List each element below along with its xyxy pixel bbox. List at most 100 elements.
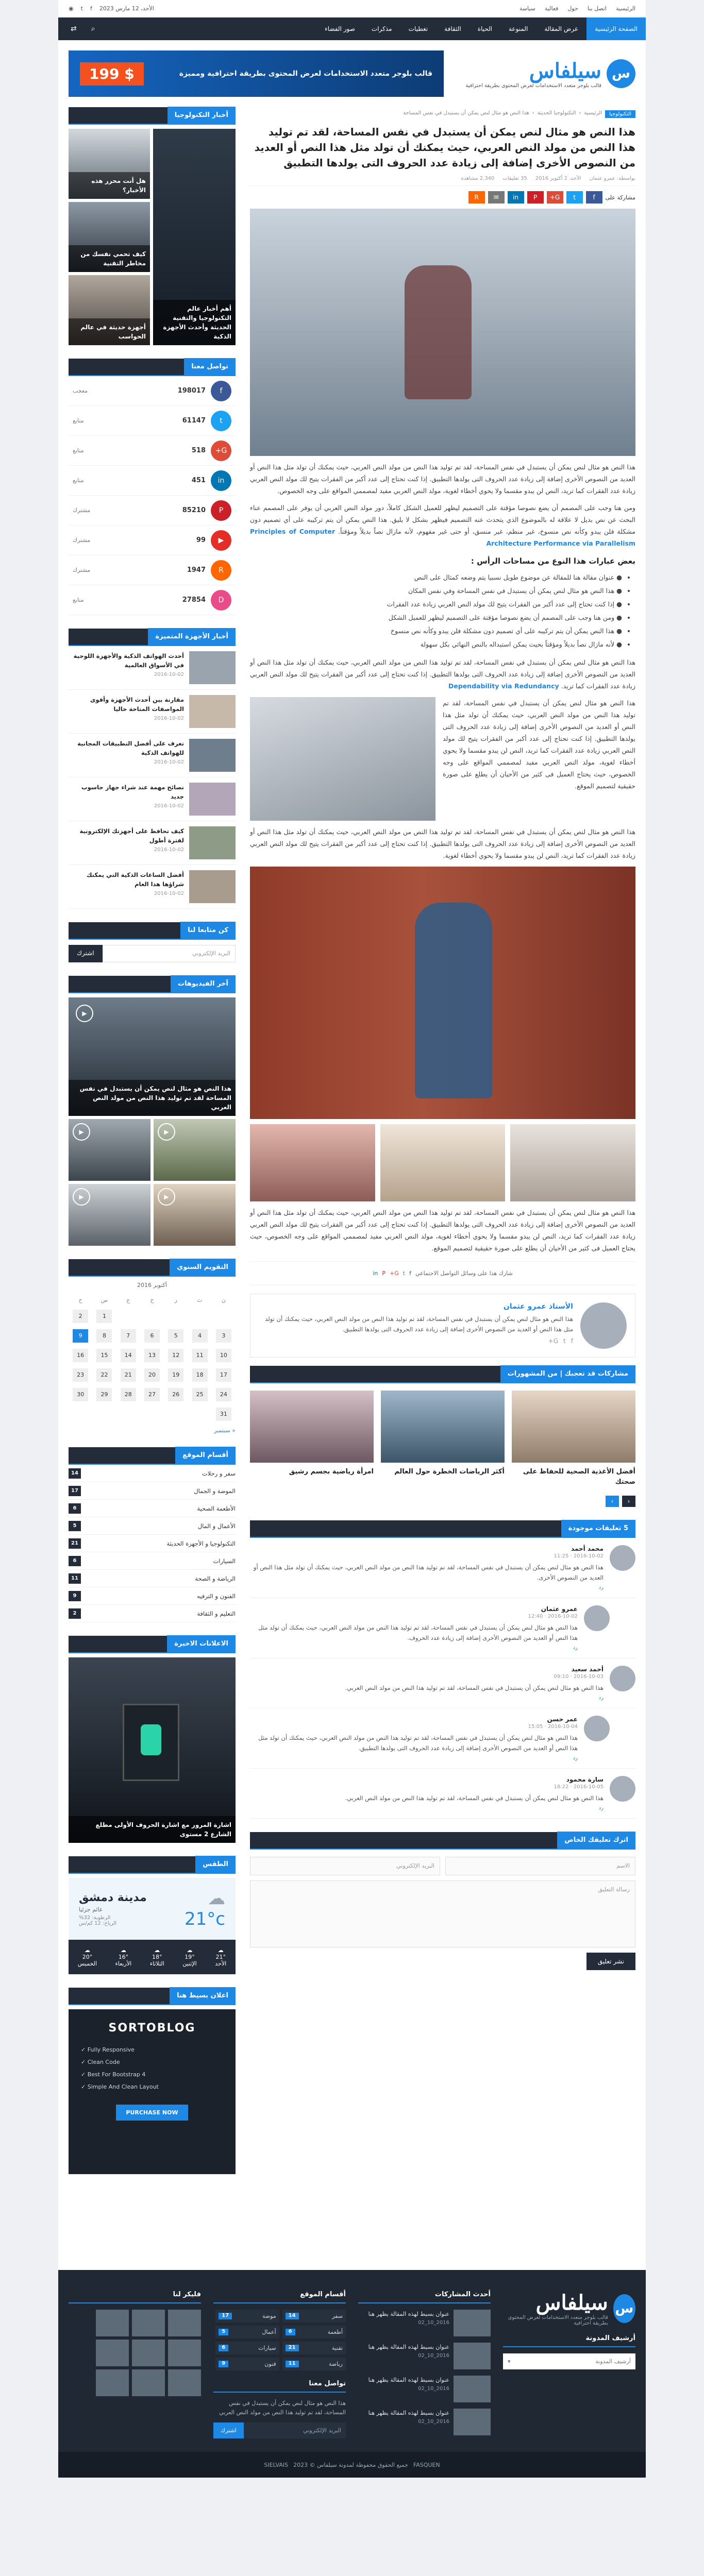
related-title[interactable]: امرأة رياضية بجسم رشيق bbox=[250, 1463, 374, 1481]
social-row[interactable]: t 61147 متابع bbox=[69, 406, 236, 436]
video-thumb-3[interactable]: ▶ bbox=[154, 1184, 236, 1246]
popular-title[interactable]: كيف تحافظ على أجهزتك الإلكترونية لفترة أ… bbox=[69, 826, 184, 845]
footer-gallery-image[interactable] bbox=[96, 2369, 129, 2396]
footer-recent-item[interactable]: عنوان بسيط لهذه المقالة يظهر هنا 2016_10_… bbox=[358, 2343, 491, 2369]
youtube-icon[interactable]: ▶ bbox=[211, 530, 231, 551]
popular-title[interactable]: نصائح مهمة عند شراء جهاز حاسوب جديد bbox=[69, 783, 184, 801]
related-image[interactable] bbox=[381, 1391, 505, 1463]
footer-gallery-image[interactable] bbox=[132, 2340, 165, 2366]
footer-gallery-image[interactable] bbox=[132, 2369, 165, 2396]
footer-email-input[interactable]: البريد الإلكتروني bbox=[243, 2422, 346, 2438]
gallery-image-2[interactable] bbox=[380, 1124, 506, 1201]
calendar-date[interactable]: 20 bbox=[144, 1368, 160, 1382]
footer-cat-item[interactable]: أطعمة 6 bbox=[282, 2326, 346, 2338]
related-title[interactable]: أكثر الرياضات الخطرة حول العالم bbox=[381, 1463, 505, 1481]
calendar-date[interactable]: 6 bbox=[144, 1329, 160, 1343]
category-item[interactable]: الأطعمة الصحية 6 bbox=[69, 1500, 236, 1517]
bottom-google-icon[interactable]: G+ bbox=[390, 1270, 399, 1277]
footer-recent-title[interactable]: عنوان بسيط لهذه المقالة يظهر هنا bbox=[368, 2310, 449, 2318]
top-link[interactable]: فعالية bbox=[545, 5, 559, 12]
nav-item[interactable]: الثقافة bbox=[436, 18, 470, 40]
footer-subscribe-button[interactable]: اشترك bbox=[213, 2422, 244, 2438]
footer-cat-name[interactable]: فنون bbox=[264, 2361, 276, 2367]
related-card[interactable]: أكثر الرياضات الخطرة حول العالم bbox=[381, 1391, 505, 1492]
category-name[interactable]: الأعمال و المال bbox=[198, 1522, 236, 1530]
related-image[interactable] bbox=[512, 1391, 635, 1463]
share-linkedin-icon[interactable]: in bbox=[507, 191, 524, 204]
popular-thumb[interactable] bbox=[189, 870, 236, 903]
footer-gallery-image[interactable] bbox=[168, 2310, 201, 2336]
facebook-icon[interactable]: f bbox=[211, 380, 231, 401]
gallery-image-3[interactable] bbox=[249, 1124, 375, 1201]
footer-cat-item[interactable]: موضة 17 bbox=[215, 2310, 279, 2323]
calendar-date[interactable]: 17 bbox=[215, 1368, 231, 1382]
category-item[interactable]: التعليم و الثقافة 2 bbox=[69, 1605, 236, 1622]
calendar-date[interactable]: 5 bbox=[168, 1329, 184, 1343]
popular-item[interactable]: تعرف على أفضل التطبيقات المجانية للهواتف… bbox=[69, 734, 236, 777]
footer-recent-item[interactable]: عنوان بسيط لهذه المقالة يظهر هنا 2016_10_… bbox=[358, 2409, 491, 2435]
popular-title[interactable]: أفضل الساعات الذكية التي يمكنك شراؤها هذ… bbox=[69, 870, 184, 889]
ad2-purchase-button[interactable]: PURCHASE NOW bbox=[116, 2105, 188, 2121]
footer-cat-name[interactable]: تقنية bbox=[332, 2345, 343, 2351]
featured-image-2[interactable]: هل أنت محرر هذه الأخبار؟ bbox=[69, 129, 150, 199]
footer-gallery-image[interactable] bbox=[168, 2340, 201, 2366]
bottom-linkedin-icon[interactable]: in bbox=[373, 1270, 378, 1277]
nav-item[interactable]: المنوعة bbox=[500, 18, 536, 40]
footer-cat-item[interactable]: تقنية 21 bbox=[282, 2342, 346, 2354]
calendar-date[interactable]: 8 bbox=[96, 1329, 112, 1343]
calendar-date[interactable]: 24 bbox=[215, 1388, 231, 1401]
footer-cat-item[interactable]: سيارات 6 bbox=[215, 2342, 279, 2354]
related-next-icon[interactable]: › bbox=[606, 1496, 619, 1507]
category-item[interactable]: الرياضة و الصحة 11 bbox=[69, 1570, 236, 1587]
article-tag[interactable]: التكنولوجيا bbox=[605, 110, 635, 118]
calendar-date[interactable]: 23 bbox=[73, 1368, 89, 1382]
category-name[interactable]: السيارات bbox=[213, 1557, 236, 1565]
bottom-facebook-icon[interactable]: f bbox=[409, 1270, 411, 1277]
calendar-date[interactable]: 16 bbox=[73, 1349, 89, 1362]
calendar-date[interactable]: 25 bbox=[192, 1388, 208, 1401]
category-name[interactable]: التعليم و الثقافة bbox=[197, 1610, 236, 1617]
calendar-date[interactable]: 13 bbox=[144, 1349, 160, 1362]
social-row[interactable]: R 1947 مشترك bbox=[69, 555, 236, 585]
top-link[interactable]: سياسة bbox=[519, 5, 535, 12]
featured-image-3[interactable]: كيف تحمي نفسك من مخاطر التقنية bbox=[69, 202, 150, 272]
category-item[interactable]: التكنولوجيا و الأجهزة الحديثة 21 bbox=[69, 1535, 236, 1552]
bottom-twitter-icon[interactable]: t bbox=[403, 1270, 405, 1277]
top-link[interactable]: حول bbox=[567, 5, 578, 12]
category-name[interactable]: الأطعمة الصحية bbox=[197, 1505, 236, 1512]
share-twitter-icon[interactable]: t bbox=[566, 191, 583, 204]
comment-author[interactable]: محمد أحمد bbox=[250, 1545, 604, 1552]
comment-author[interactable]: سارة محمود bbox=[250, 1776, 604, 1783]
video-main-thumb[interactable]: ▶ هذا النص هو مثال لنص يمكن أن يستبدل في… bbox=[69, 997, 236, 1116]
calendar-date[interactable]: 12 bbox=[168, 1349, 184, 1362]
comment-author[interactable]: عمر حسن bbox=[250, 1716, 578, 1723]
calendar-date[interactable]: 1 bbox=[96, 1310, 112, 1323]
comment-author[interactable]: أحمد سعيد bbox=[250, 1666, 604, 1673]
footer-recent-thumb[interactable] bbox=[454, 2343, 491, 2369]
footer-recent-item[interactable]: عنوان بسيط لهذه المقالة يظهر هنا 2016_10_… bbox=[358, 2376, 491, 2402]
social-row[interactable]: P 85210 مشترك bbox=[69, 496, 236, 526]
nav-item[interactable]: الحياة bbox=[470, 18, 500, 40]
calendar-date[interactable]: 21 bbox=[120, 1368, 136, 1382]
google-plus-icon[interactable]: G+ bbox=[211, 440, 231, 461]
popular-item[interactable]: مقارنة بين أحدث الأجهزة وأقوى المواصفات … bbox=[69, 690, 236, 734]
popular-title[interactable]: مقارنة بين أحدث الأجهزة وأقوى المواصفات … bbox=[69, 695, 184, 714]
popular-item[interactable]: كيف تحافظ على أجهزتك الإلكترونية لفترة أ… bbox=[69, 821, 236, 865]
share-email-icon[interactable]: ✉ bbox=[488, 191, 505, 204]
footer-cat-name[interactable]: رياضة bbox=[329, 2361, 343, 2367]
site-logo[interactable]: س سيلفاس قالب بلوجر متعدد الاستخدامات لع… bbox=[465, 59, 635, 89]
breadcrumb-home[interactable]: الرئيسية bbox=[584, 110, 602, 118]
nav-item[interactable]: الصفحة الرئيسية bbox=[586, 18, 646, 40]
dribbble-icon[interactable]: D bbox=[211, 589, 231, 611]
calendar-date[interactable]: 14 bbox=[120, 1349, 136, 1362]
footer-cat-item[interactable]: فنون 9 bbox=[215, 2358, 279, 2370]
footer-gallery-image[interactable] bbox=[96, 2310, 129, 2336]
linkedin-icon[interactable]: in bbox=[211, 470, 231, 491]
calendar-date[interactable]: 11 bbox=[192, 1349, 208, 1362]
footer-cat-name[interactable]: سفر bbox=[332, 2313, 343, 2319]
related-card[interactable]: أفضل الأغذية الصحية للحفاظ على صحتك bbox=[512, 1391, 635, 1492]
video-thumb-4[interactable]: ▶ bbox=[69, 1184, 150, 1246]
calendar-date[interactable]: 4 bbox=[192, 1329, 208, 1343]
category-name[interactable]: الفنون و الترفيه bbox=[197, 1592, 236, 1600]
nav-item[interactable]: عرض المقالة bbox=[536, 18, 586, 40]
